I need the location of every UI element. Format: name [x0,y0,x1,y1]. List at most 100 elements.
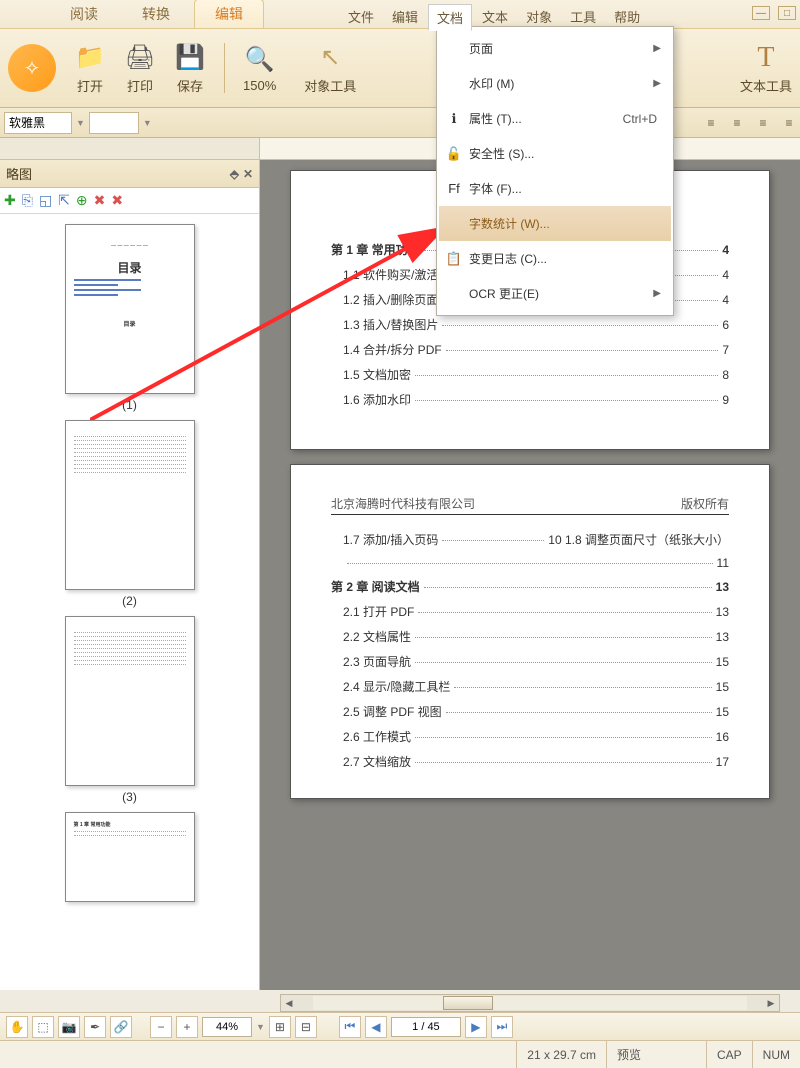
export-icon[interactable]: ⇱ [58,192,70,209]
align-left-button[interactable]: ≡ [700,112,722,134]
fit-width-icon[interactable]: ⊟ [295,1016,317,1038]
extract-icon[interactable]: ◱ [39,192,52,209]
menu-shortcut: Ctrl+D [623,112,657,126]
thumbnail-3[interactable]: (3) [65,616,195,804]
status-bar: 21 x 29.7 cm 预览 CAP NUM [0,1040,800,1068]
insert-icon[interactable]: ⊕ [76,192,88,209]
hand-tool-icon[interactable]: ✋ [6,1016,28,1038]
zoom-out-button[interactable]: − [150,1016,172,1038]
scroll-right-icon[interactable]: ▶ [763,995,779,1011]
view-toolbar: ✋ ⬚ 📷 ✒ 🔗 − + ▼ ⊞ ⊟ ⏮ ◀ ▶ ⏭ [0,1012,800,1040]
horizontal-scrollbar[interactable]: ◀ ▶ [280,994,780,1012]
copy-icon[interactable]: ⎘ [22,192,33,209]
panel-toolbar: ✚ ⎘ ◱ ⇱ ⊕ ✖ ✖ [0,188,259,214]
menu-item[interactable]: Ff字体 (F)... [439,171,671,206]
toc-page: 15 [716,680,729,694]
toc-line: 2.7 文档缩放17 [331,753,729,770]
last-page-button[interactable]: ⏭ [491,1016,513,1038]
panel-header: 略图 ⬘ ✕ [0,160,259,188]
font-size-select[interactable] [89,112,139,134]
menu-item[interactable]: ℹ 属性 (T)... Ctrl+D [439,101,671,136]
menu-document[interactable]: 文档 [428,4,472,31]
next-page-button[interactable]: ▶ [465,1016,487,1038]
object-tool-button[interactable]: ↖ 对象工具 [304,42,356,95]
toc-page: 4 [722,268,729,282]
menu-item-icon: ℹ [445,111,463,127]
cursor-icon: ↖ [314,42,346,74]
open-button[interactable]: 📁 打开 [74,42,106,95]
menu-item-label: 属性 (T)... [469,110,522,127]
menu-item[interactable]: 水印 (M)▶ [439,66,671,101]
tab-edit[interactable]: 编辑 [194,0,264,28]
thumbnail-2[interactable]: (2) [65,420,195,608]
menu-item[interactable]: 字数统计 (W)... [439,206,671,241]
toc-text: 1.5 文档加密 [331,366,411,383]
link-icon[interactable]: 🔗 [110,1016,132,1038]
menu-item-label: 字体 (F)... [469,180,522,197]
maximize-button[interactable]: □ [778,6,796,20]
thumbnail-1[interactable]: — — — — — —目录目录 (1) [65,224,195,412]
menu-edit[interactable]: 编辑 [384,4,426,31]
toc-text: 1.1 软件购买/激活 [331,266,438,283]
tab-convert[interactable]: 转换 [122,0,190,28]
thumbnail-list[interactable]: — — — — — —目录目录 (1) (2) (3) 第 1 章 常用功能 [0,214,259,990]
text-tool-button[interactable]: T 文本工具 [740,42,792,95]
zoom-input[interactable] [202,1017,252,1037]
scroll-left-icon[interactable]: ◀ [281,995,297,1011]
menu-item[interactable]: OCR 更正(E)▶ [439,276,671,311]
align-center-button[interactable]: ≡ [726,112,748,134]
window-controls: — □ [752,6,796,20]
document-menu-dropdown: 页面▶水印 (M)▶ ℹ 属性 (T)... Ctrl+D 🔓安全性 (S)...Ff字… [436,26,674,316]
add-icon[interactable]: ✚ [4,192,16,209]
page-number-input[interactable] [391,1017,461,1037]
toc-line: 11 [331,556,729,570]
align-justify-button[interactable]: ≡ [778,112,800,134]
prev-page-button[interactable]: ◀ [365,1016,387,1038]
app-logo-icon: ✧ [8,44,56,92]
menu-item[interactable]: 页面▶ [439,31,671,66]
thumbnail-4[interactable]: 第 1 章 常用功能 [65,812,195,902]
header-left: 北京海腾时代科技有限公司 [331,495,475,512]
font-select[interactable] [4,112,72,134]
minimize-button[interactable]: — [752,6,770,20]
select-tool-icon[interactable]: ⬚ [32,1016,54,1038]
pen-icon[interactable]: ✒ [84,1016,106,1038]
thumb-label: (1) [122,398,137,412]
tab-read[interactable]: 阅读 [50,0,118,28]
toc-page: 13 [716,605,729,619]
snapshot-icon[interactable]: 📷 [58,1016,80,1038]
menu-item[interactable]: 🔓安全性 (S)... [439,136,671,171]
menu-item-label: 字数统计 (W)... [469,215,550,232]
zoom-button[interactable]: 🔍 150% [243,44,276,93]
toc-text: 1.7 添加/插入页码 [331,531,438,548]
first-page-button[interactable]: ⏮ [339,1016,361,1038]
toc-line: 2.3 页面导航15 [331,653,729,670]
toc-page: 4 [722,293,729,307]
ribbon-toolbar: ✧ 📁 打开 🖨 打印 💾 保存 🔍 150% ↖ 对象工具 T 文本工具 [0,28,800,108]
pin-icon[interactable]: ⬘ [230,167,239,181]
zoom-in-button[interactable]: + [176,1016,198,1038]
toc-line: 1.3 插入/替换图片6 [331,316,729,333]
delete-icon[interactable]: ✖ [111,192,123,209]
zoom-label: 150% [243,78,276,93]
toc-page: 8 [722,368,729,382]
fit-page-icon[interactable]: ⊞ [269,1016,291,1038]
submenu-arrow-icon: ▶ [653,43,661,54]
toc-text: 2.6 工作模式 [331,728,411,745]
menu-item-icon: 📋 [445,251,463,267]
toc-page: 7 [722,343,729,357]
menu-file[interactable]: 文件 [340,4,382,31]
panel-title: 略图 [6,164,32,183]
menu-item-label: 安全性 (S)... [469,145,534,162]
save-button[interactable]: 💾 保存 [174,42,206,95]
submenu-arrow-icon: ▶ [653,78,661,89]
print-button[interactable]: 🖨 打印 [124,42,156,95]
close-icon[interactable]: ✕ [243,167,253,181]
menu-item[interactable]: 📋变更日志 (C)... [439,241,671,276]
ruler [0,138,800,160]
remove-icon[interactable]: ✖ [94,192,106,209]
thumb-label: (2) [122,594,137,608]
align-right-button[interactable]: ≡ [752,112,774,134]
toc-text: 1.6 添加水印 [331,391,411,408]
scroll-thumb[interactable] [443,996,493,1010]
